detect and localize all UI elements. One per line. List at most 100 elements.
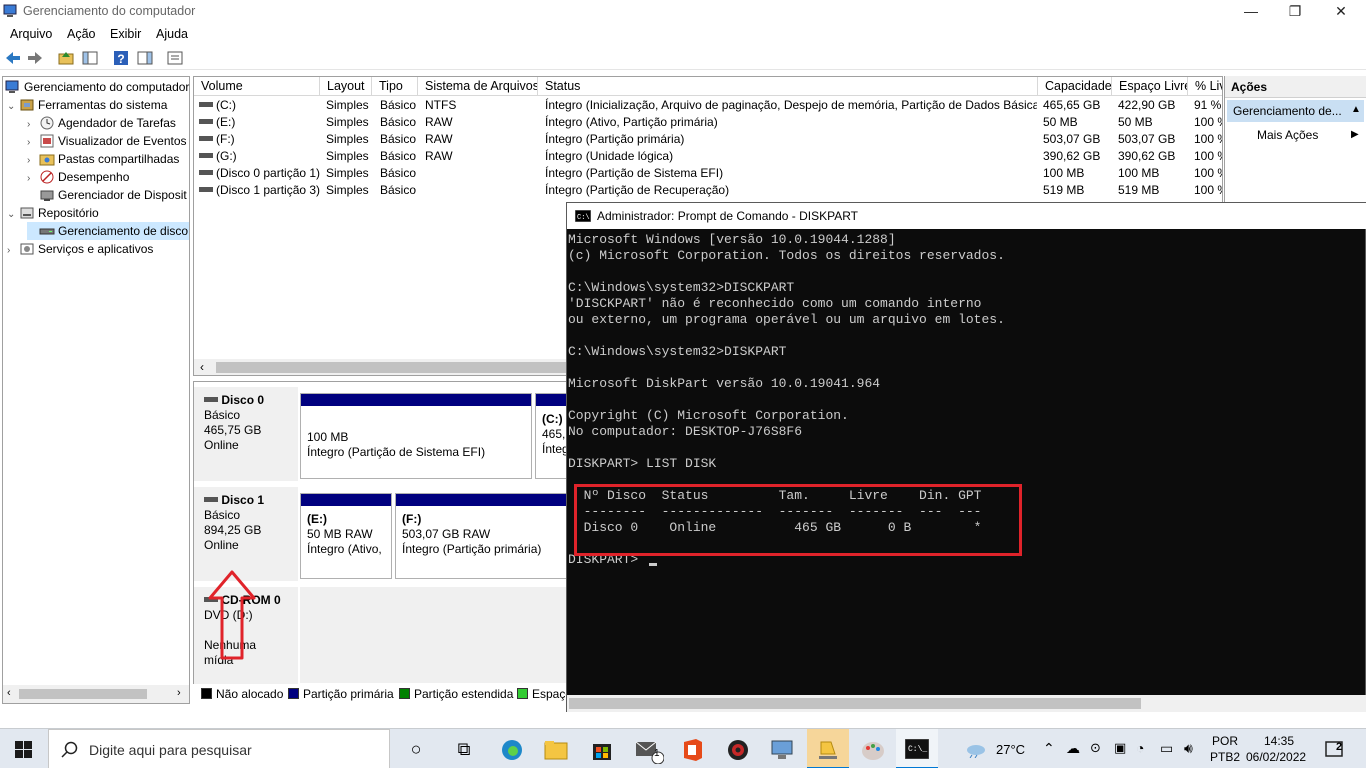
chevron-down-icon[interactable]: ⌄ — [7, 206, 19, 224]
tree-horizontal-scrollbar[interactable]: ‹ › — [3, 685, 189, 703]
cmd-title-bar[interactable]: C:\ Administrador: Prompt de Comando - D… — [567, 203, 1366, 229]
webcam-icon[interactable]: ⊙ — [1090, 740, 1101, 756]
tree-item-root[interactable]: Gerenciamento do computador — [5, 78, 189, 96]
menu-exibir[interactable]: Exibir — [110, 27, 141, 41]
task-view-icon[interactable]: ⧉ — [452, 737, 476, 761]
scroll-left-icon[interactable]: ‹ — [7, 687, 11, 699]
table-row[interactable]: (C:) Simples Básico NTFS Íntegro (Inicializa… — [194, 97, 1222, 114]
partition-e[interactable]: (E:) 50 MB RAW Íntegro (Ativo, — [300, 493, 392, 579]
more-actions-item[interactable]: Mais Ações — [1257, 128, 1318, 142]
input-language[interactable]: POR — [1212, 734, 1238, 748]
svg-text:C:\_: C:\_ — [908, 745, 927, 754]
command-prompt-window[interactable]: C:\ Administrador: Prompt de Comando - D… — [566, 202, 1366, 712]
edge-browser-icon[interactable] — [500, 738, 524, 762]
menu-acao[interactable]: Ação — [67, 27, 96, 41]
partition-f[interactable]: (F:) 503,07 GB RAW Íntegro (Partição pri… — [395, 493, 572, 579]
clock-time[interactable]: 14:35 — [1264, 734, 1294, 748]
collapse-up-icon[interactable]: ▲ — [1351, 104, 1361, 115]
tree-item-disk-management[interactable]: Gerenciamento de disco — [27, 222, 189, 240]
battery-icon[interactable]: ▭ — [1160, 740, 1173, 757]
volume-icon[interactable]: 🔊︎ — [1184, 740, 1193, 757]
disk-1-label[interactable]: Disco 1 Básico 894,25 GB Online — [194, 487, 298, 581]
column-header-capacidade[interactable]: Capacidade — [1038, 77, 1112, 96]
column-header-volume[interactable]: Volume — [194, 77, 320, 96]
table-row[interactable]: (G:) Simples Básico RAW Íntegro (Unidade lóg… — [194, 148, 1222, 165]
help-icon[interactable]: ? — [112, 49, 130, 67]
clock-date[interactable]: 06/02/2022 — [1246, 750, 1306, 764]
legend-item-free-space: Espaço — [517, 687, 572, 701]
actions-section-disk-management[interactable]: Gerenciamento de... — [1227, 100, 1364, 122]
chevron-up-icon[interactable]: ⌃ — [1043, 740, 1055, 757]
up-arrow-annotation-icon — [208, 570, 256, 660]
back-arrow-icon[interactable] — [4, 49, 22, 67]
menu-ajuda[interactable]: Ajuda — [156, 27, 188, 41]
security-icon[interactable]: ▣ — [1114, 740, 1126, 756]
partition-name: (F:) — [402, 512, 422, 526]
tree-item-services-apps[interactable]: › Serviços e aplicativos — [7, 240, 153, 258]
store-icon[interactable] — [590, 738, 614, 762]
tree-item-storage[interactable]: ⌄ Repositório — [7, 204, 99, 222]
disk-size: 465,75 GB — [204, 423, 262, 437]
computer-management-taskbar-icon[interactable] — [770, 738, 796, 762]
command-prompt-taskbar-active[interactable]: C:\_ — [896, 729, 938, 768]
close-button[interactable]: ✕ — [1318, 0, 1364, 24]
properties-icon[interactable] — [166, 49, 184, 67]
gear-shield-app-icon[interactable] — [726, 738, 750, 762]
column-header-espaco-livre[interactable]: Espaço Livre — [1112, 77, 1188, 96]
tree-item-device-manager[interactable]: Gerenciador de Disposit — [27, 186, 187, 204]
maximize-button[interactable]: ❐ — [1272, 0, 1318, 24]
scroll-thumb[interactable] — [19, 689, 147, 699]
chevron-right-icon[interactable]: › — [7, 242, 19, 260]
weather-temperature[interactable]: 27°C — [996, 742, 1025, 757]
tree-item-event-viewer[interactable]: › Visualizador de Eventos — [27, 132, 187, 150]
tree-item-system-tools[interactable]: ⌄ Ferramentas do sistema — [7, 96, 167, 114]
column-header-status[interactable]: Status — [538, 77, 1038, 96]
column-header-layout[interactable]: Layout — [320, 77, 372, 96]
disk-0-label[interactable]: Disco 0 Básico 465,75 GB Online — [194, 387, 298, 481]
taskbar-search-box[interactable]: Digite aqui para pesquisar — [48, 729, 390, 768]
wifi-icon[interactable]: ◔ — [1136, 740, 1144, 756]
cell-filesystem: RAW — [425, 149, 453, 163]
office-icon[interactable] — [682, 738, 704, 762]
table-row[interactable]: (Disco 1 partição 3) Simples Básico Íntegro… — [194, 182, 1222, 199]
file-explorer-icon[interactable] — [544, 739, 568, 761]
paint-icon[interactable] — [860, 738, 886, 762]
column-header-filesystem[interactable]: Sistema de Arquivos — [418, 77, 538, 96]
table-horizontal-scrollbar[interactable]: ‹ — [194, 359, 566, 375]
scroll-left-icon[interactable]: ‹ — [200, 360, 204, 374]
column-header-percent-free[interactable]: % Liv — [1188, 77, 1222, 96]
windows-start-icon[interactable] — [15, 741, 32, 758]
table-row[interactable]: (E:) Simples Básico RAW Íntegro (Ativo, Part… — [194, 114, 1222, 131]
chevron-down-icon[interactable]: ⌄ — [7, 98, 19, 116]
cell-percent-free: 100 % — [1194, 166, 1222, 180]
show-hide-tree-icon[interactable] — [81, 49, 99, 67]
notifications-icon[interactable] — [1324, 739, 1346, 761]
menu-arquivo[interactable]: Arquivo — [10, 27, 52, 41]
cortana-circle-icon[interactable]: ○ — [404, 737, 428, 761]
forward-arrow-icon[interactable] — [26, 49, 44, 67]
table-row[interactable]: (F:) Simples Básico RAW Íntegro (Partição pr… — [194, 131, 1222, 148]
device-manager-icon — [40, 190, 54, 201]
weather-icon[interactable] — [964, 740, 988, 758]
tree-item-shared-folders[interactable]: › Pastas compartilhadas — [27, 150, 179, 168]
column-header-tipo[interactable]: Tipo — [372, 77, 418, 96]
scroll-right-icon[interactable]: › — [177, 687, 181, 699]
disk-management-taskbar-active[interactable] — [807, 729, 849, 768]
scroll-thumb[interactable] — [569, 698, 1141, 709]
table-row[interactable]: (Disco 0 partição 1) Simples Básico Íntegro… — [194, 165, 1222, 182]
tree-item-performance[interactable]: › Desempenho — [27, 168, 129, 186]
cmd-horizontal-scrollbar[interactable] — [567, 695, 1366, 712]
onedrive-cloud-icon[interactable]: ☁ — [1066, 740, 1080, 757]
cell-status: Íntegro (Partição de Sistema EFI) — [545, 166, 724, 180]
cell-tipo: Básico — [380, 149, 417, 163]
minimize-button[interactable]: — — [1228, 0, 1274, 24]
disk-graphical-view: Disco 0 Básico 465,75 GB Online 100 MB Í… — [193, 381, 573, 704]
scroll-thumb[interactable] — [216, 362, 566, 373]
disk-drive-icon — [204, 497, 218, 502]
tree-item-task-scheduler[interactable]: › Agendador de Tarefas — [27, 114, 176, 132]
action-pane-icon[interactable] — [136, 49, 154, 67]
input-layout[interactable]: PTB2 — [1210, 750, 1240, 764]
partition-efi[interactable]: 100 MB Íntegro (Partição de Sistema EFI) — [300, 393, 532, 479]
up-folder-icon[interactable] — [57, 49, 75, 67]
primary-partition-band — [301, 394, 531, 406]
